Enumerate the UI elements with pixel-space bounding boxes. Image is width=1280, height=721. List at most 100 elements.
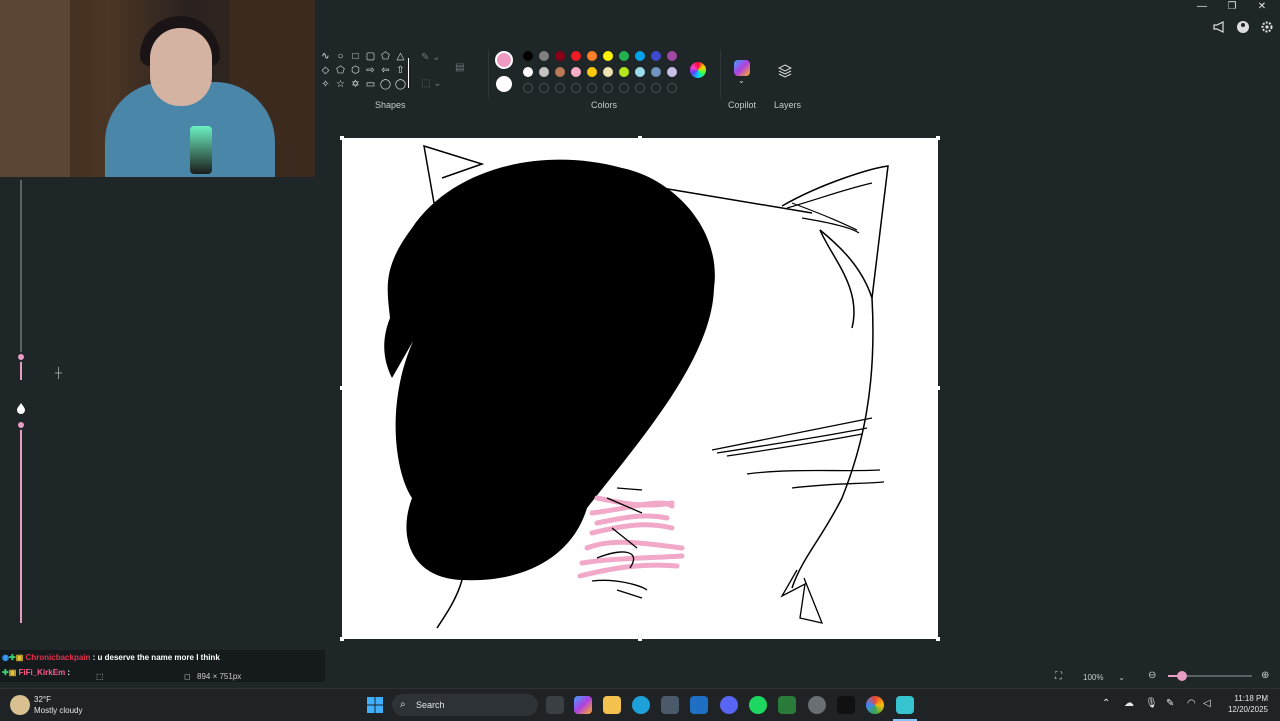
chevron-up-icon[interactable]: ⌃	[1102, 698, 1110, 709]
shape-option-icon[interactable]: ▢	[363, 50, 378, 64]
custom-color-slot[interactable]	[523, 83, 533, 93]
shape-option-icon[interactable]: ▭	[363, 78, 378, 92]
palette-color-swatch[interactable]	[603, 67, 613, 77]
pen-icon[interactable]: ✎	[1166, 698, 1174, 709]
palette-color-swatch[interactable]	[619, 67, 629, 77]
palette-color-swatch[interactable]	[523, 51, 533, 61]
shape-option-icon[interactable]: ⬠	[378, 50, 393, 64]
color-1-swatch[interactable]	[495, 51, 513, 69]
palette-color-swatch[interactable]	[635, 67, 645, 77]
spotify-icon[interactable]	[749, 696, 767, 714]
size-slider-thumb[interactable]	[16, 352, 26, 362]
palette-color-swatch[interactable]	[571, 51, 581, 61]
shape-option-icon[interactable]: ✧	[318, 78, 333, 92]
resize-handle[interactable]	[638, 136, 642, 140]
shape-option-icon[interactable]: ◇	[318, 64, 333, 78]
palette-color-swatch[interactable]	[619, 51, 629, 61]
onedrive-icon[interactable]: ☁	[1124, 698, 1134, 709]
palette-color-swatch[interactable]	[523, 67, 533, 77]
palette-color-swatch[interactable]	[587, 51, 597, 61]
shape-option-icon[interactable]: ∿	[318, 50, 333, 64]
shape-option-icon[interactable]: ⬡	[348, 64, 363, 78]
zoom-dropdown[interactable]: 100% ⌄	[1075, 670, 1133, 686]
palette-color-swatch[interactable]	[603, 51, 613, 61]
opacity-slider-fill[interactable]	[20, 425, 22, 623]
copilot-taskbar-icon[interactable]	[574, 696, 592, 714]
chrome-icon[interactable]	[866, 696, 884, 714]
file-explorer-icon[interactable]	[603, 696, 621, 714]
color-2-swatch[interactable]	[496, 76, 512, 92]
shape-option-icon[interactable]: ⇨	[363, 64, 378, 78]
start-windows-icon[interactable]	[367, 697, 383, 718]
copilot-icon[interactable]	[734, 60, 750, 76]
fill-icon[interactable]: ⬚ ⌄	[421, 78, 442, 89]
resize-handle[interactable]	[638, 637, 642, 641]
palette-color-swatch[interactable]	[555, 67, 565, 77]
custom-color-slot[interactable]	[635, 83, 645, 93]
tiktok-icon[interactable]	[837, 696, 855, 714]
resize-handle[interactable]	[340, 136, 344, 140]
outline-icon[interactable]: ✎ ⌄	[421, 52, 441, 63]
resize-handle[interactable]	[936, 136, 940, 140]
size-slider-track[interactable]	[20, 180, 22, 380]
wifi-icon[interactable]: ◠	[1187, 698, 1196, 709]
close-icon[interactable]: ✕	[1247, 0, 1277, 14]
shape-option-icon[interactable]: ⇧	[393, 64, 408, 78]
shape-option-icon[interactable]: ⇦	[378, 64, 393, 78]
task-view-icon[interactable]	[546, 696, 564, 714]
palette-color-swatch[interactable]	[651, 67, 661, 77]
account-icon[interactable]	[1236, 20, 1250, 34]
palette-color-swatch[interactable]	[571, 67, 581, 77]
edit-colors-icon[interactable]	[690, 62, 706, 78]
layers-icon[interactable]	[777, 64, 793, 83]
shape-option-icon[interactable]: ◯	[393, 78, 408, 92]
palette-color-swatch[interactable]	[587, 67, 597, 77]
discord-icon[interactable]	[720, 696, 738, 714]
resize-handle[interactable]	[936, 386, 940, 390]
fit-to-window-icon[interactable]: ⛶	[1055, 671, 1062, 682]
palette-color-swatch[interactable]	[651, 51, 661, 61]
shape-option-icon[interactable]: △	[393, 50, 408, 64]
megaphone-icon[interactable]	[1212, 20, 1226, 34]
shape-option-icon[interactable]: ☆	[333, 78, 348, 92]
custom-color-slot[interactable]	[619, 83, 629, 93]
settings-gear-icon[interactable]	[1260, 20, 1274, 34]
obs-icon[interactable]	[808, 696, 826, 714]
shape-option-icon[interactable]: ◯	[378, 78, 393, 92]
microphone-icon[interactable]: 🎙	[1145, 698, 1158, 709]
shape-option-icon[interactable]: ○	[333, 50, 348, 64]
taskbar-clock[interactable]: 11:18 PM 12/20/2025	[1228, 693, 1268, 715]
custom-color-slot[interactable]	[667, 83, 677, 93]
minimize-icon[interactable]: —	[1187, 0, 1217, 14]
edge-icon[interactable]	[632, 696, 650, 714]
custom-color-slot[interactable]	[651, 83, 661, 93]
custom-color-slot[interactable]	[571, 83, 581, 93]
weather-widget[interactable]: 32°F Mostly cloudy	[34, 694, 82, 716]
zoom-out-icon[interactable]: ⊖	[1148, 670, 1156, 681]
resize-handle[interactable]	[340, 386, 344, 390]
shape-option-icon[interactable]: □	[348, 50, 363, 64]
palette-color-swatch[interactable]	[539, 67, 549, 77]
shape-option-icon[interactable]: ✡	[348, 78, 363, 92]
opacity-slider-thumb[interactable]	[16, 420, 26, 430]
shape-option-icon[interactable]: ⬠	[333, 64, 348, 78]
restore-icon[interactable]: ❐	[1217, 0, 1247, 14]
taskbar-search[interactable]: ⌕ Search	[392, 694, 538, 716]
palette-color-swatch[interactable]	[555, 51, 565, 61]
palette-color-swatch[interactable]	[635, 51, 645, 61]
drawing-canvas[interactable]	[340, 136, 940, 641]
store-icon[interactable]	[661, 696, 679, 714]
palette-color-swatch[interactable]	[667, 51, 677, 61]
custom-color-slot[interactable]	[587, 83, 597, 93]
zoom-slider-thumb[interactable]	[1177, 671, 1187, 681]
resize-handle[interactable]	[936, 637, 940, 641]
resize-handle[interactable]	[340, 637, 344, 641]
palette-color-swatch[interactable]	[539, 51, 549, 61]
weather-icon[interactable]	[10, 695, 30, 715]
app-icon[interactable]	[778, 696, 796, 714]
outlook-icon[interactable]	[690, 696, 708, 714]
paint-icon[interactable]	[896, 696, 914, 714]
palette-color-swatch[interactable]	[667, 67, 677, 77]
custom-color-slot[interactable]	[603, 83, 613, 93]
shape-size-icon[interactable]: ▤	[455, 62, 464, 73]
